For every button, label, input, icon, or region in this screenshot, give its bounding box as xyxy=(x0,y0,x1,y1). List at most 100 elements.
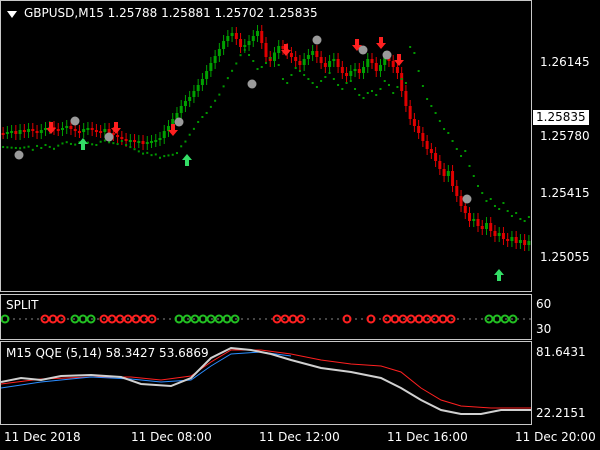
candle-body xyxy=(256,31,260,36)
candle-body xyxy=(162,131,166,138)
trail-dot xyxy=(273,52,276,54)
candle-body xyxy=(192,91,196,97)
candle-body xyxy=(120,137,124,139)
chart-menu-triangle-icon[interactable] xyxy=(7,11,17,18)
candle-body xyxy=(77,131,81,133)
candle-body xyxy=(107,129,111,133)
trail-dot xyxy=(460,155,463,157)
candle-body xyxy=(243,45,247,47)
candle-body xyxy=(328,61,332,67)
candle-body xyxy=(230,33,234,36)
candle-body xyxy=(514,237,518,243)
trail-dot xyxy=(307,78,310,80)
trail-dot xyxy=(116,143,119,146)
candle-body xyxy=(400,73,404,91)
candle-body xyxy=(340,67,344,73)
candle-body xyxy=(319,57,323,63)
trail-dot xyxy=(387,84,390,86)
candle-body xyxy=(247,41,251,45)
down-arrow-icon xyxy=(168,124,178,136)
candle-body xyxy=(527,241,531,245)
candle-body xyxy=(213,56,217,63)
trail-dot xyxy=(481,192,484,194)
trail-dot xyxy=(468,165,471,167)
candle-body xyxy=(150,141,154,143)
trail-dot xyxy=(2,146,5,148)
trail-dot xyxy=(159,156,161,159)
trail-dot xyxy=(485,200,488,202)
trail-dot xyxy=(6,146,9,149)
split-level-60: 60 xyxy=(536,297,552,311)
candle-body xyxy=(10,131,14,133)
candle-body xyxy=(226,36,230,41)
grey-dot-icon xyxy=(358,45,368,55)
candle-body xyxy=(99,131,103,133)
up-arrow-icon xyxy=(78,138,88,150)
split-level-30: 30 xyxy=(536,322,552,336)
trail-dot xyxy=(527,216,530,218)
candle-body xyxy=(336,59,340,67)
trail-dot xyxy=(451,140,454,142)
trail-dot xyxy=(298,70,301,72)
candle-body xyxy=(234,33,238,39)
trail-dot xyxy=(44,143,47,146)
candle-body xyxy=(353,69,357,71)
trail-dot xyxy=(277,64,280,66)
trail-dot xyxy=(320,80,323,82)
candle-body xyxy=(14,131,18,134)
split-pane[interactable]: SPLIT xyxy=(0,294,532,340)
candle-body xyxy=(1,133,5,135)
trail-dot xyxy=(214,99,217,102)
candle-body xyxy=(116,135,120,137)
down-arrow-icon xyxy=(376,37,386,49)
candlestick-chart[interactable] xyxy=(1,1,531,291)
candle-body xyxy=(289,53,293,57)
trail-dot xyxy=(506,210,509,212)
candle-body xyxy=(94,130,98,132)
up-arrow-icon xyxy=(494,269,504,281)
trail-dot xyxy=(392,92,395,94)
trail-dot xyxy=(362,97,365,99)
grey-dot-icon xyxy=(174,117,184,127)
trail-dot xyxy=(464,150,467,152)
trail-dot xyxy=(171,153,174,156)
candle-body xyxy=(468,213,472,221)
qqe-pane[interactable]: M15 QQE (5,14) 58.3427 53.6869 xyxy=(0,341,532,425)
candle-body xyxy=(357,69,361,73)
candle-body xyxy=(196,85,200,91)
grey-dot-icon xyxy=(104,132,114,142)
grey-dot-icon xyxy=(312,35,322,45)
candle-body xyxy=(31,129,35,131)
trail-dot xyxy=(366,92,369,94)
candle-body xyxy=(510,237,514,241)
trail-dot xyxy=(315,86,318,88)
candle-body xyxy=(39,130,43,133)
candle-body xyxy=(412,119,416,126)
trail-dot xyxy=(371,90,373,92)
candle-body xyxy=(60,128,64,130)
candle-body xyxy=(345,73,349,76)
trail-dot xyxy=(27,145,30,148)
candle-body xyxy=(429,149,433,153)
trail-dot xyxy=(218,93,221,96)
candle-body xyxy=(260,31,264,43)
trail-dot xyxy=(375,94,378,96)
trail-dot xyxy=(154,153,157,156)
candle-body xyxy=(90,128,94,130)
candle-body xyxy=(179,106,183,113)
candle-body xyxy=(421,133,425,141)
trail-dot xyxy=(112,142,115,145)
trail-dot xyxy=(235,62,238,65)
trail-dot xyxy=(142,152,145,155)
candle-body xyxy=(425,141,429,149)
trail-dot xyxy=(150,154,153,157)
candle-body xyxy=(294,57,298,61)
candle-body xyxy=(128,140,132,142)
trail-dot xyxy=(184,140,187,143)
main-chart-pane[interactable]: GBPUSD,M15 1.25788 1.25881 1.25702 1.258… xyxy=(0,0,532,292)
candle-body xyxy=(484,223,488,229)
candle-body xyxy=(69,126,73,129)
trail-dot xyxy=(260,66,263,68)
candle-body xyxy=(311,51,315,55)
trail-dot xyxy=(163,155,166,158)
